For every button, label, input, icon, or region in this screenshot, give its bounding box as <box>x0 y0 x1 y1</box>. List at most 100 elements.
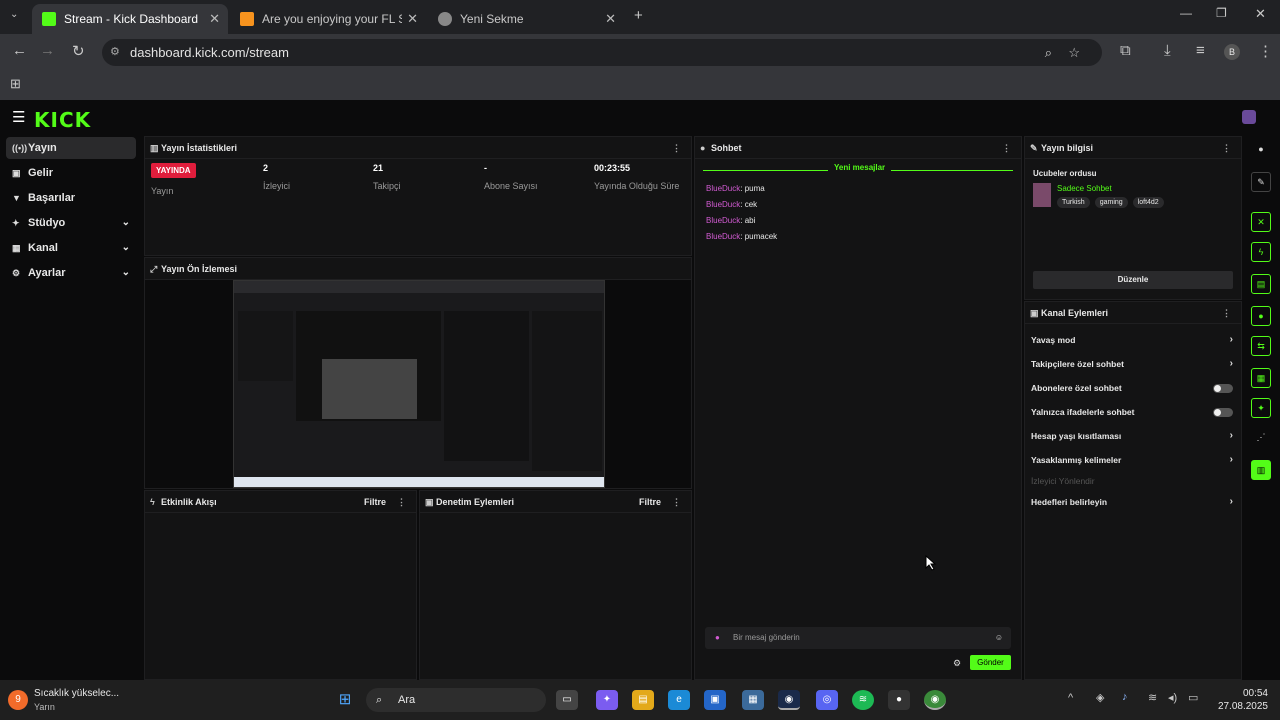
chart-icon[interactable]: ▥ <box>1251 460 1271 480</box>
toggle-switch[interactable] <box>1213 408 1233 417</box>
tab-fl-studio[interactable]: Are you enjoying your FL Studio ✕ <box>230 4 426 34</box>
wrench-icon[interactable]: ✦ <box>1251 398 1271 418</box>
info-icon[interactable]: ● <box>1251 140 1271 160</box>
close-icon[interactable]: ✕ <box>605 11 616 27</box>
action-account-age[interactable]: Hesap yaşı kısıtlaması › <box>1025 424 1241 448</box>
spotify-icon[interactable]: ≋ <box>852 690 874 710</box>
tag[interactable]: gaming <box>1094 197 1128 208</box>
menu-icon[interactable]: ⋮ <box>1258 42 1273 60</box>
action-followers-only[interactable]: Takipçilere özel sohbet › <box>1025 352 1241 376</box>
globe-icon <box>438 12 452 26</box>
more-icon[interactable]: ⋮ <box>1222 302 1231 324</box>
tag[interactable]: loft4d2 <box>1132 197 1164 208</box>
more-icon[interactable]: ⋮ <box>397 491 406 513</box>
wifi-icon[interactable]: ≋ <box>1148 691 1157 704</box>
tag[interactable]: Turkish <box>1057 197 1090 208</box>
window-close-icon[interactable]: ✕ <box>1255 6 1266 22</box>
filter-button[interactable]: Filtre <box>364 491 386 513</box>
volume-icon[interactable]: ◂) <box>1168 691 1177 704</box>
weather-widget[interactable]: 9 Sıcaklık yükselec... Yarın <box>8 686 128 716</box>
lightning-icon[interactable]: ϟ <box>1251 242 1271 262</box>
chat-username[interactable]: BlueDuck <box>706 216 740 225</box>
close-icon[interactable]: ✕ <box>209 11 220 27</box>
discord-icon[interactable]: ◎ <box>816 690 838 710</box>
wallet-icon: ▣ <box>12 168 21 178</box>
stream-preview-video[interactable] <box>233 280 605 488</box>
battery-icon[interactable]: ▭ <box>1188 691 1198 704</box>
store-icon[interactable]: ▣ <box>704 690 726 710</box>
steam-icon[interactable]: ◉ <box>778 690 800 710</box>
sidebar-item-ayarlar[interactable]: ⚙ Ayarlar ⌄ <box>6 262 136 284</box>
action-banned-words[interactable]: Yasaklanmış kelimeler › <box>1025 448 1241 472</box>
zoom-icon[interactable]: ⌕ <box>1045 39 1052 66</box>
close-icon[interactable]: ✕ <box>407 11 418 27</box>
app-icon[interactable]: ▦ <box>742 690 764 710</box>
sidebar-item-basarilar[interactable]: ▼ Başarılar <box>6 187 136 209</box>
user-avatar[interactable] <box>1242 110 1256 124</box>
new-tab-icon[interactable]: + <box>634 7 643 24</box>
edge-icon[interactable]: e <box>668 690 690 710</box>
bookmark-star-icon[interactable]: ☆ <box>1068 39 1080 66</box>
tray-chevron-icon[interactable]: ^ <box>1068 692 1073 704</box>
task-view-icon[interactable]: ▭ <box>556 690 578 710</box>
more-icon[interactable]: ⋮ <box>1002 137 1011 159</box>
maximize-icon[interactable]: ❐ <box>1216 6 1227 20</box>
sidebar-item-yayin[interactable]: ((•)) Yayın <box>6 137 136 159</box>
toggle-switch[interactable] <box>1213 384 1233 393</box>
emoji-icon[interactable]: ☺ <box>995 627 1003 649</box>
sidebar-item-kanal[interactable]: ▦ Kanal ⌄ <box>6 237 136 259</box>
extensions-icon[interactable]: ⧉ <box>1120 42 1131 59</box>
action-set-goals[interactable]: Hedefleri belirleyin › <box>1025 490 1241 514</box>
action-slow-mode[interactable]: Yavaş mod › <box>1025 328 1241 352</box>
more-icon[interactable]: ⋮ <box>672 491 681 513</box>
sidebar-item-gelir[interactable]: ▣ Gelir <box>6 162 136 184</box>
stats-panel: ▥ Yayın İstatistikleri ⋮ YAYINDA Yayın 2 İz… <box>144 136 692 256</box>
mic-tray-icon[interactable]: ♪ <box>1122 691 1128 703</box>
category-name[interactable]: Sadece Sohbet <box>1057 184 1112 193</box>
kick-logo[interactable]: KICK <box>34 108 91 132</box>
filter-button[interactable]: Filtre <box>639 491 661 513</box>
send-button[interactable]: Gönder <box>970 655 1011 670</box>
chrome-icon[interactable]: ◉ <box>924 690 946 710</box>
minimize-icon[interactable]: — <box>1180 6 1192 20</box>
tab-kick-dashboard[interactable]: Stream - Kick Dashboard ✕ <box>32 4 228 34</box>
site-info-icon[interactable]: ⚙ <box>110 39 120 66</box>
reload-icon[interactable]: ↻ <box>72 42 85 60</box>
clock[interactable]: 00:54 27.08.2025 <box>1210 687 1268 713</box>
obs-icon[interactable]: ● <box>888 690 910 710</box>
edit-button[interactable]: Düzenle <box>1033 271 1233 289</box>
edit-icon[interactable]: ✎ <box>1251 172 1271 192</box>
windows-start-icon[interactable]: ⊞ <box>334 690 356 710</box>
layout-icon[interactable]: ▦ <box>1251 368 1271 388</box>
stat-label: İzleyici <box>263 181 291 191</box>
sidebar-item-studyo[interactable]: ✦ Stüdyo ⌄ <box>6 212 136 234</box>
tab-new[interactable]: Yeni Sekme ✕ <box>428 4 624 34</box>
chat-username[interactable]: BlueDuck <box>706 232 740 241</box>
chat-settings-icon[interactable]: ⚙ <box>953 658 961 669</box>
back-icon[interactable]: ← <box>12 42 27 59</box>
taskbar-search[interactable]: ⌕ Ara <box>366 688 546 712</box>
chat-input[interactable]: ● Bir mesaj gönderin ☺ <box>705 627 1011 649</box>
share-icon[interactable]: ⋰ <box>1251 428 1271 448</box>
chat-username[interactable]: BlueDuck <box>706 200 740 209</box>
document-icon[interactable]: ▤ <box>1251 274 1271 294</box>
media-icon[interactable]: ≡ <box>1196 42 1205 59</box>
more-icon[interactable]: ⋮ <box>672 137 681 159</box>
apps-grid-icon[interactable]: ⊞ <box>10 76 21 92</box>
url-field[interactable]: ⚙ dashboard.kick.com/stream ⌕ ☆ <box>102 39 1102 66</box>
profile-avatar[interactable]: B <box>1224 44 1240 60</box>
hamburger-icon[interactable]: ☰ <box>12 108 25 126</box>
tab-search-icon[interactable]: ⌄ <box>10 9 18 20</box>
tray-app-icon[interactable]: ◈ <box>1096 691 1104 704</box>
copilot-icon[interactable]: ✦ <box>596 690 618 710</box>
raid-icon[interactable]: ⇆ <box>1251 336 1271 356</box>
studio-icon: ✦ <box>12 218 20 228</box>
more-icon[interactable]: ⋮ <box>1222 137 1231 159</box>
chat-bubble-icon[interactable]: ● <box>1251 306 1271 326</box>
download-icon[interactable]: ⤓ <box>1164 42 1171 59</box>
chat-username[interactable]: BlueDuck <box>706 184 740 193</box>
windows-taskbar: 9 Sıcaklık yükselec... Yarın ⊞ ⌕ Ara ▭ ✦… <box>0 680 1280 720</box>
clip-icon[interactable]: ✕ <box>1251 212 1271 232</box>
file-explorer-icon[interactable]: ▤ <box>632 690 654 710</box>
forward-icon[interactable]: → <box>40 42 55 59</box>
